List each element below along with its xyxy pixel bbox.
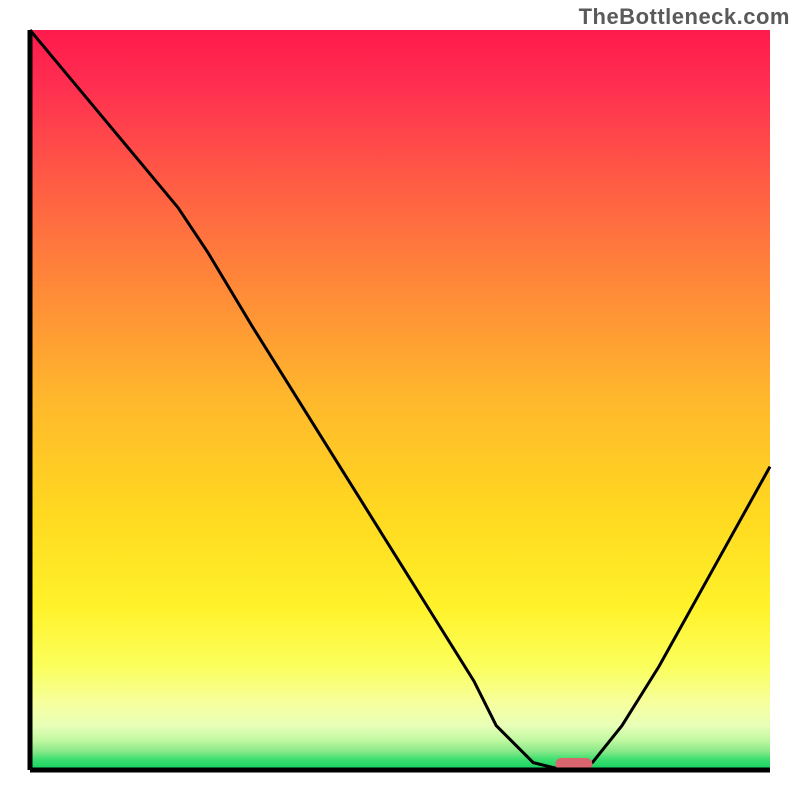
chart-svg: [0, 0, 800, 800]
watermark-text: TheBottleneck.com: [579, 4, 790, 30]
bottleneck-chart: TheBottleneck.com: [0, 0, 800, 800]
plot-background: [30, 30, 770, 770]
